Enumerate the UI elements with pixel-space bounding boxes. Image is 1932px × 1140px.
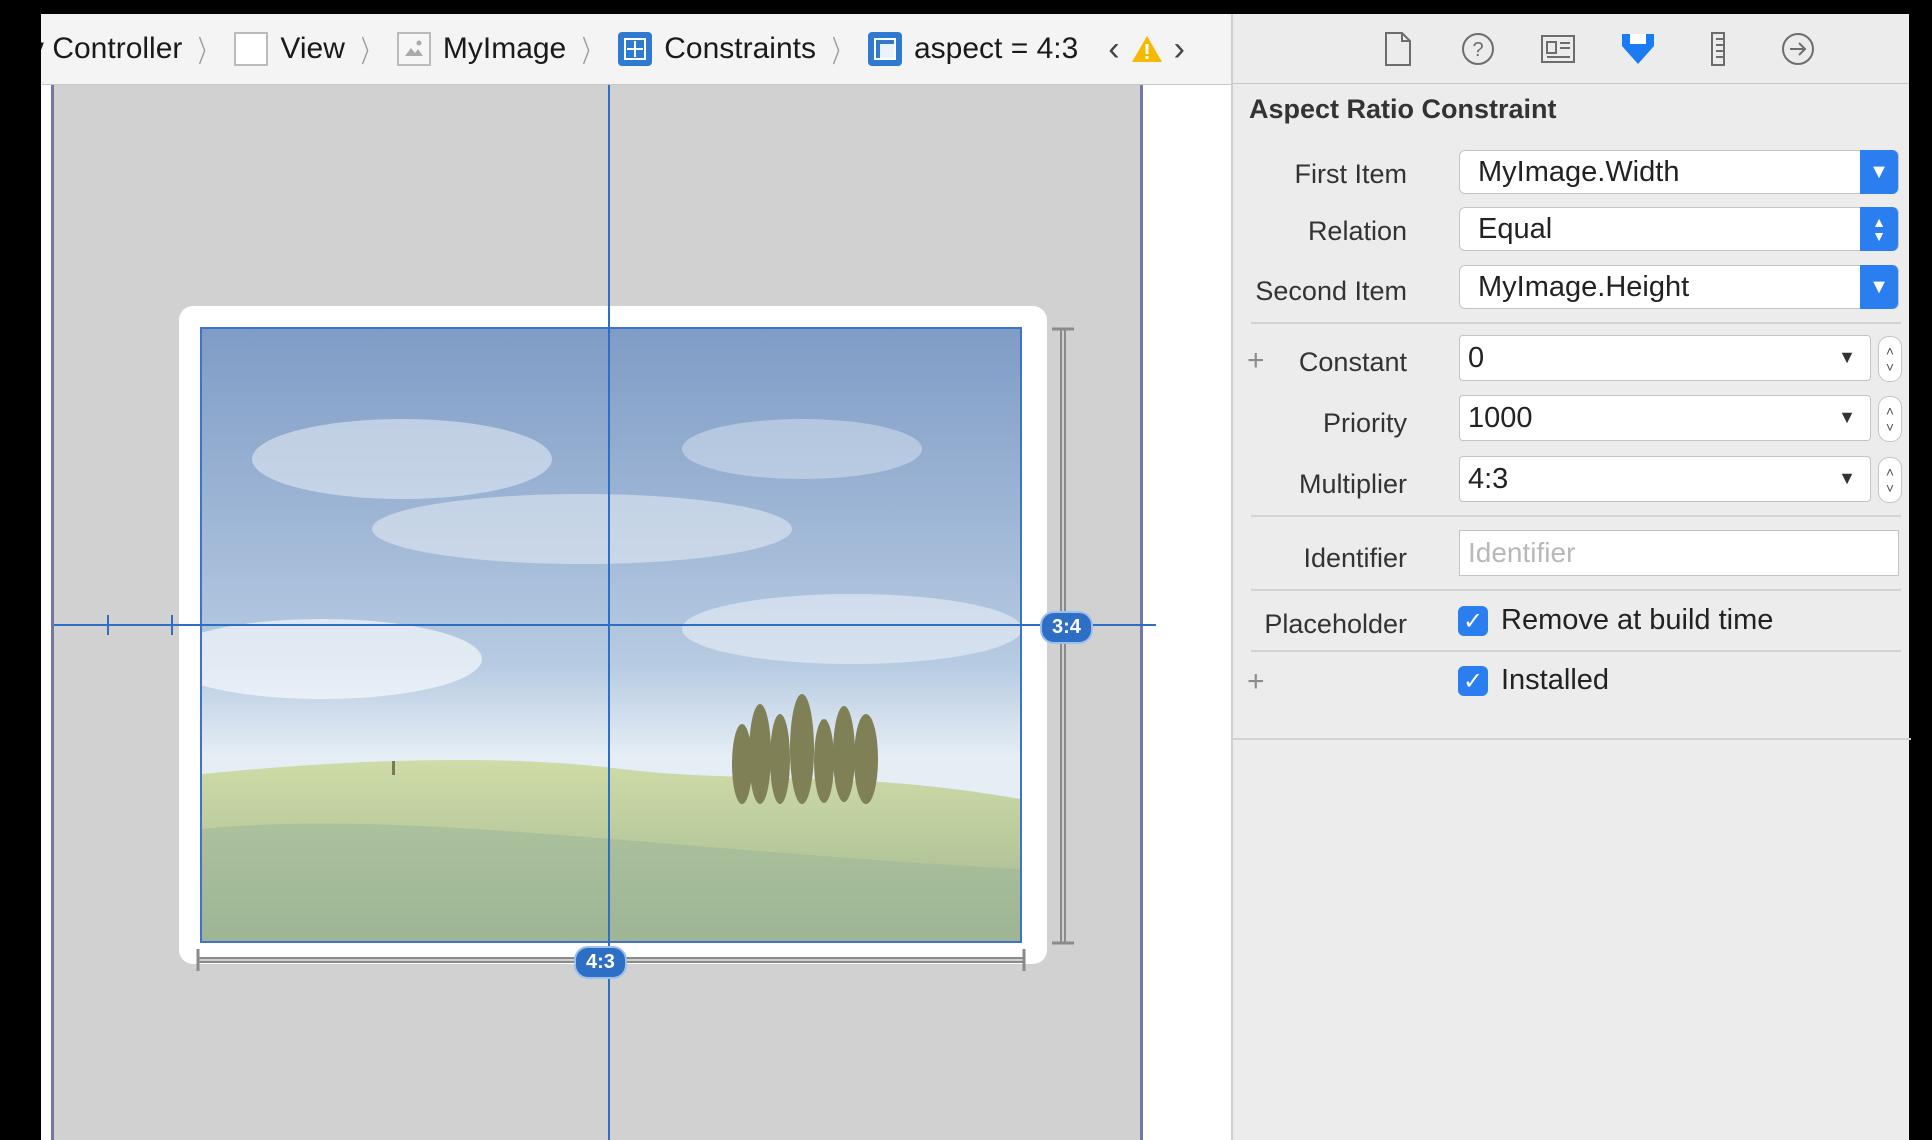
previous-issue-button[interactable]: ‹ xyxy=(1108,30,1119,69)
breadcrumb-label: v Controller xyxy=(41,32,183,65)
priority-stepper[interactable]: ˄ ˅ xyxy=(1878,396,1902,442)
attributes-icon[interactable] xyxy=(1598,30,1678,68)
next-issue-button[interactable]: › xyxy=(1174,30,1185,69)
placeholder-label: Placeholder xyxy=(1264,609,1407,639)
breadcrumb-label: MyImage xyxy=(442,32,567,65)
vertical-center-guide xyxy=(608,85,610,1140)
constant-label: Constant xyxy=(1298,347,1407,377)
file-icon[interactable] xyxy=(1358,31,1438,67)
height-aspect-badge[interactable]: 3:4 xyxy=(1040,611,1093,644)
priority-field[interactable]: 1000 ▼ xyxy=(1459,395,1871,441)
constraint-icon xyxy=(867,32,902,66)
breadcrumb-view[interactable]: View xyxy=(234,32,345,66)
multiplier-value: 4:3 xyxy=(1468,462,1509,495)
add-variation-icon[interactable]: + xyxy=(1247,665,1265,699)
remove-at-build-time-label: Remove at build time xyxy=(1501,604,1774,636)
warning-icon[interactable] xyxy=(1130,34,1164,64)
second-item-value: MyImage.Height xyxy=(1478,270,1690,303)
multiplier-stepper[interactable]: ˄ ˅ xyxy=(1878,457,1902,503)
chevron-down-icon: ▼ xyxy=(1838,347,1856,367)
size-inspector: ? Aspect Ratio Constraint First Item MyI… xyxy=(1231,14,1911,1140)
breadcrumb-label: Constraints xyxy=(664,32,816,65)
multiplier-label: Multiplier xyxy=(1298,469,1407,499)
chevron-down-icon: ▼ xyxy=(1860,150,1898,194)
image-view-icon xyxy=(396,32,431,66)
storyboard-canvas[interactable]: 3:4 4:3 xyxy=(41,85,1231,1140)
second-item-popup[interactable]: MyImage.Height ▼ xyxy=(1459,265,1899,309)
breadcrumb-label: View xyxy=(280,32,345,65)
divider xyxy=(1251,515,1901,517)
breadcrumb-constraints[interactable]: Constraints xyxy=(618,32,816,66)
chevron-updown-icon: ▲ ▼ xyxy=(1860,207,1898,251)
constant-value: 0 xyxy=(1468,341,1485,374)
myimage-view[interactable] xyxy=(200,327,1022,943)
chevron-down-icon: ▼ xyxy=(1838,407,1856,427)
leading-constraint-indicator[interactable] xyxy=(106,611,176,641)
svg-text:?: ? xyxy=(1472,39,1483,61)
view-icon xyxy=(234,32,269,66)
breadcrumb-view-controller[interactable]: v Controller xyxy=(41,32,182,66)
relation-value: Equal xyxy=(1478,212,1553,245)
divider xyxy=(1251,589,1901,591)
multiplier-field[interactable]: 4:3 ▼ xyxy=(1459,456,1871,502)
first-item-label: First Item xyxy=(1294,159,1408,189)
identifier-label: Identifier xyxy=(1303,543,1407,573)
constant-stepper[interactable]: ˄ ˅ xyxy=(1878,336,1902,382)
second-item-label: Second Item xyxy=(1255,276,1407,306)
divider xyxy=(1251,650,1901,652)
width-aspect-badge[interactable]: 4:3 xyxy=(574,946,627,979)
divider xyxy=(1251,322,1901,324)
priority-label: Priority xyxy=(1322,408,1407,438)
section-title: Aspect Ratio Constraint xyxy=(1249,94,1557,124)
installed-checkbox[interactable]: ✓ xyxy=(1458,666,1488,696)
chevron-down-icon: ▼ xyxy=(1860,265,1898,309)
ib-editor: v Controller 〉 View 〉 MyImage 〉 Constrai… xyxy=(41,14,1231,1140)
installed-label: Installed xyxy=(1501,664,1610,696)
relation-popup[interactable]: Equal ▲ ▼ xyxy=(1459,207,1899,251)
breadcrumb-myimage[interactable]: MyImage xyxy=(396,32,567,66)
inspector-tab-bar: ? xyxy=(1233,14,1909,84)
breadcrumb-separator: 〉 xyxy=(360,36,379,69)
remove-at-build-time-checkbox[interactable]: ✓ xyxy=(1458,606,1488,636)
constraints-icon xyxy=(618,32,653,66)
breadcrumb-aspect-constraint[interactable]: aspect = 4:3 xyxy=(867,32,1079,66)
priority-value: 1000 xyxy=(1468,401,1533,434)
relation-label: Relation xyxy=(1307,216,1407,246)
breadcrumb-separator: 〉 xyxy=(582,36,601,69)
breadcrumb-separator: 〉 xyxy=(198,36,217,69)
breadcrumb-label: aspect = 4:3 xyxy=(913,32,1079,65)
first-item-popup[interactable]: MyImage.Width ▼ xyxy=(1459,150,1899,194)
chevron-down-icon: ▼ xyxy=(1838,468,1856,488)
identifier-field[interactable] xyxy=(1459,530,1899,576)
connections-icon[interactable] xyxy=(1758,32,1838,66)
first-item-value: MyImage.Width xyxy=(1478,155,1680,188)
jump-bar: v Controller 〉 View 〉 MyImage 〉 Constrai… xyxy=(41,14,1231,85)
size-icon[interactable] xyxy=(1678,31,1758,67)
quick-help-icon[interactable]: ? xyxy=(1438,32,1518,66)
constant-field[interactable]: 0 ▼ xyxy=(1459,335,1871,381)
scene-view[interactable]: 3:4 4:3 xyxy=(51,85,1156,1140)
identity-icon[interactable] xyxy=(1518,34,1598,64)
horizontal-center-guide xyxy=(54,624,1156,626)
breadcrumb-separator: 〉 xyxy=(831,36,850,69)
section-bottom-divider xyxy=(1233,738,1911,740)
